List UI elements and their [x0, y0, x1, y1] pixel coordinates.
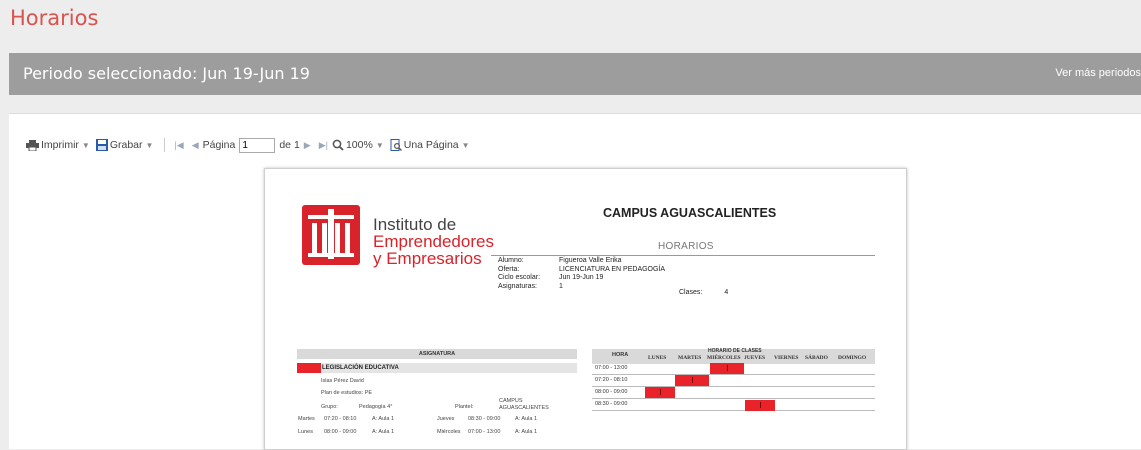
printer-icon — [26, 139, 39, 151]
session-room: A: Aula 1 — [372, 416, 395, 422]
selected-period-label: Periodo seleccionado: Jun 19-Jun 19 — [23, 64, 310, 83]
study-plan: Plan de estudios: PE — [321, 390, 373, 396]
subject-color-swatch — [297, 363, 321, 373]
info-row: Asignaturas: 1 — [498, 282, 563, 290]
day-header: VIERNES — [774, 355, 799, 361]
print-label: Imprimir — [41, 139, 79, 151]
student-info: Alumno: Figueroa Valle Erika Oferta: LICEN… — [498, 257, 665, 291]
last-page-icon[interactable]: ▶| — [319, 140, 328, 151]
zoom-dropdown-caret[interactable]: ▼ — [376, 141, 384, 150]
campus-value-1: CAMPUS — [499, 398, 523, 404]
save-label: Grabar — [109, 139, 143, 151]
magnifier-icon — [332, 139, 344, 151]
save-dropdown-caret[interactable]: ▼ — [146, 141, 154, 150]
view-mode-label: Una Página — [403, 139, 459, 151]
schedule-row-hour: 07:20 - 08:10 — [595, 377, 628, 383]
session-room: A: Aula 1 — [515, 416, 538, 422]
session-day: Lunes — [298, 429, 313, 435]
day-header: JUEVES — [744, 355, 766, 361]
period-bar: Periodo seleccionado: Jun 19-Jun 19 Ver … — [9, 53, 1141, 95]
page-count: de 1 — [279, 139, 300, 151]
more-periods-link[interactable]: Ver más periodos — [1055, 67, 1141, 79]
class-block-wednesday — [710, 363, 744, 374]
session-time: 08:30 - 09:00 — [468, 416, 501, 422]
day-header: DOMINGO — [838, 355, 867, 361]
institute-line-2: Emprendedores — [373, 232, 494, 251]
print-button[interactable]: Imprimir — [26, 139, 79, 151]
class-block-tuesday — [675, 375, 709, 386]
day-header: LUNES — [648, 355, 667, 361]
institute-name: Instituto de Emprendedores y Empresarios — [373, 216, 494, 267]
session-day: Jueves — [437, 416, 455, 422]
floppy-disk-icon — [95, 139, 108, 151]
session-time: 08:00 - 09:00 — [324, 429, 357, 435]
report-page: Instituto de Emprendedores y Empresarios… — [264, 168, 907, 450]
session-time: 07:00 - 13:00 — [468, 429, 501, 435]
institute-line-3: y Empresarios — [373, 249, 482, 268]
class-block-thursday — [745, 400, 775, 411]
subject-name: LEGISLACIÓN EDUCATIVA — [322, 365, 399, 371]
page-title: Horarios — [10, 6, 99, 30]
info-row: Ciclo escolar: Jun 19-Jun 19 — [498, 274, 604, 281]
session-day: Martes — [298, 416, 315, 422]
day-header: MIÉRCOLES — [707, 355, 741, 361]
first-page-icon[interactable]: |◀ — [174, 140, 183, 151]
session-day: Miércoles — [437, 429, 461, 435]
heading-rule — [491, 255, 875, 256]
institute-line-1: Instituto de — [373, 215, 457, 234]
save-button[interactable]: Grabar — [95, 139, 143, 151]
group-value: Pedagogía 4° — [359, 404, 393, 410]
zoom-button[interactable]: 100% — [332, 139, 373, 151]
campus-title: CAMPUS AGUASCALIENTES — [603, 206, 777, 220]
next-page-icon[interactable]: ▶ — [304, 140, 311, 151]
hour-column-header: HORA — [612, 352, 629, 358]
schedule-grid-title: HORARIO DE CLASES — [708, 348, 762, 354]
session-room: A: Aula 1 — [372, 429, 395, 435]
schedule-row-hour: 07:00 - 13:00 — [595, 365, 628, 371]
session-time: 07:20 - 08:10 — [324, 416, 357, 422]
schedule-row: 08:00 - 09:00 — [592, 388, 875, 399]
view-mode-button[interactable]: Una Página — [390, 139, 459, 151]
previous-page-icon[interactable]: ◀ — [192, 140, 199, 151]
toolbar-divider — [164, 138, 166, 152]
subject-row: LEGISLACIÓN EDUCATIVA — [297, 363, 577, 373]
session-room: A: Aula 1 — [515, 429, 538, 435]
institute-logo — [302, 205, 360, 265]
report-toolbar: Imprimir ▼ Grabar ▼ |◀ ◀ Página de 1 ▶ ▶… — [26, 136, 476, 154]
campus-value-2: AGUASCALIENTES — [499, 405, 549, 411]
view-mode-dropdown-caret[interactable]: ▼ — [462, 141, 470, 150]
zoom-level: 100% — [345, 139, 373, 151]
schedule-row: 07:20 - 08:10 — [592, 376, 875, 387]
schedule-row-hour: 08:30 - 09:00 — [595, 401, 628, 407]
print-dropdown-caret[interactable]: ▼ — [82, 141, 90, 150]
class-block-monday — [645, 387, 675, 398]
subject-table-header: ASIGNATURA — [297, 349, 577, 359]
page-magnifier-icon — [390, 139, 402, 151]
schedule-grid-header: HORA HORARIO DE CLASES LUNES MARTES MIÉR… — [592, 348, 875, 364]
page-number-input[interactable] — [239, 137, 276, 153]
report-heading: HORARIOS — [658, 241, 714, 252]
info-row: Alumno: Figueroa Valle Erika — [498, 257, 622, 264]
classes-count: Clases: 4 — [679, 289, 729, 296]
schedule-row: 08:30 - 09:00 — [592, 400, 875, 411]
info-row: Oferta: LICENCIATURA EN PEDAGOGÍA — [498, 265, 666, 273]
schedule-row-hour: 08:00 - 09:00 — [595, 389, 628, 395]
day-header: MARTES — [678, 355, 702, 361]
page-label: Página — [202, 139, 236, 151]
teacher-name: Islas Pérez David — [321, 378, 364, 384]
group-label: Grupo: — [321, 404, 338, 410]
day-header: SÁBADO — [805, 355, 828, 361]
campus-label: Plantel: — [455, 404, 474, 410]
